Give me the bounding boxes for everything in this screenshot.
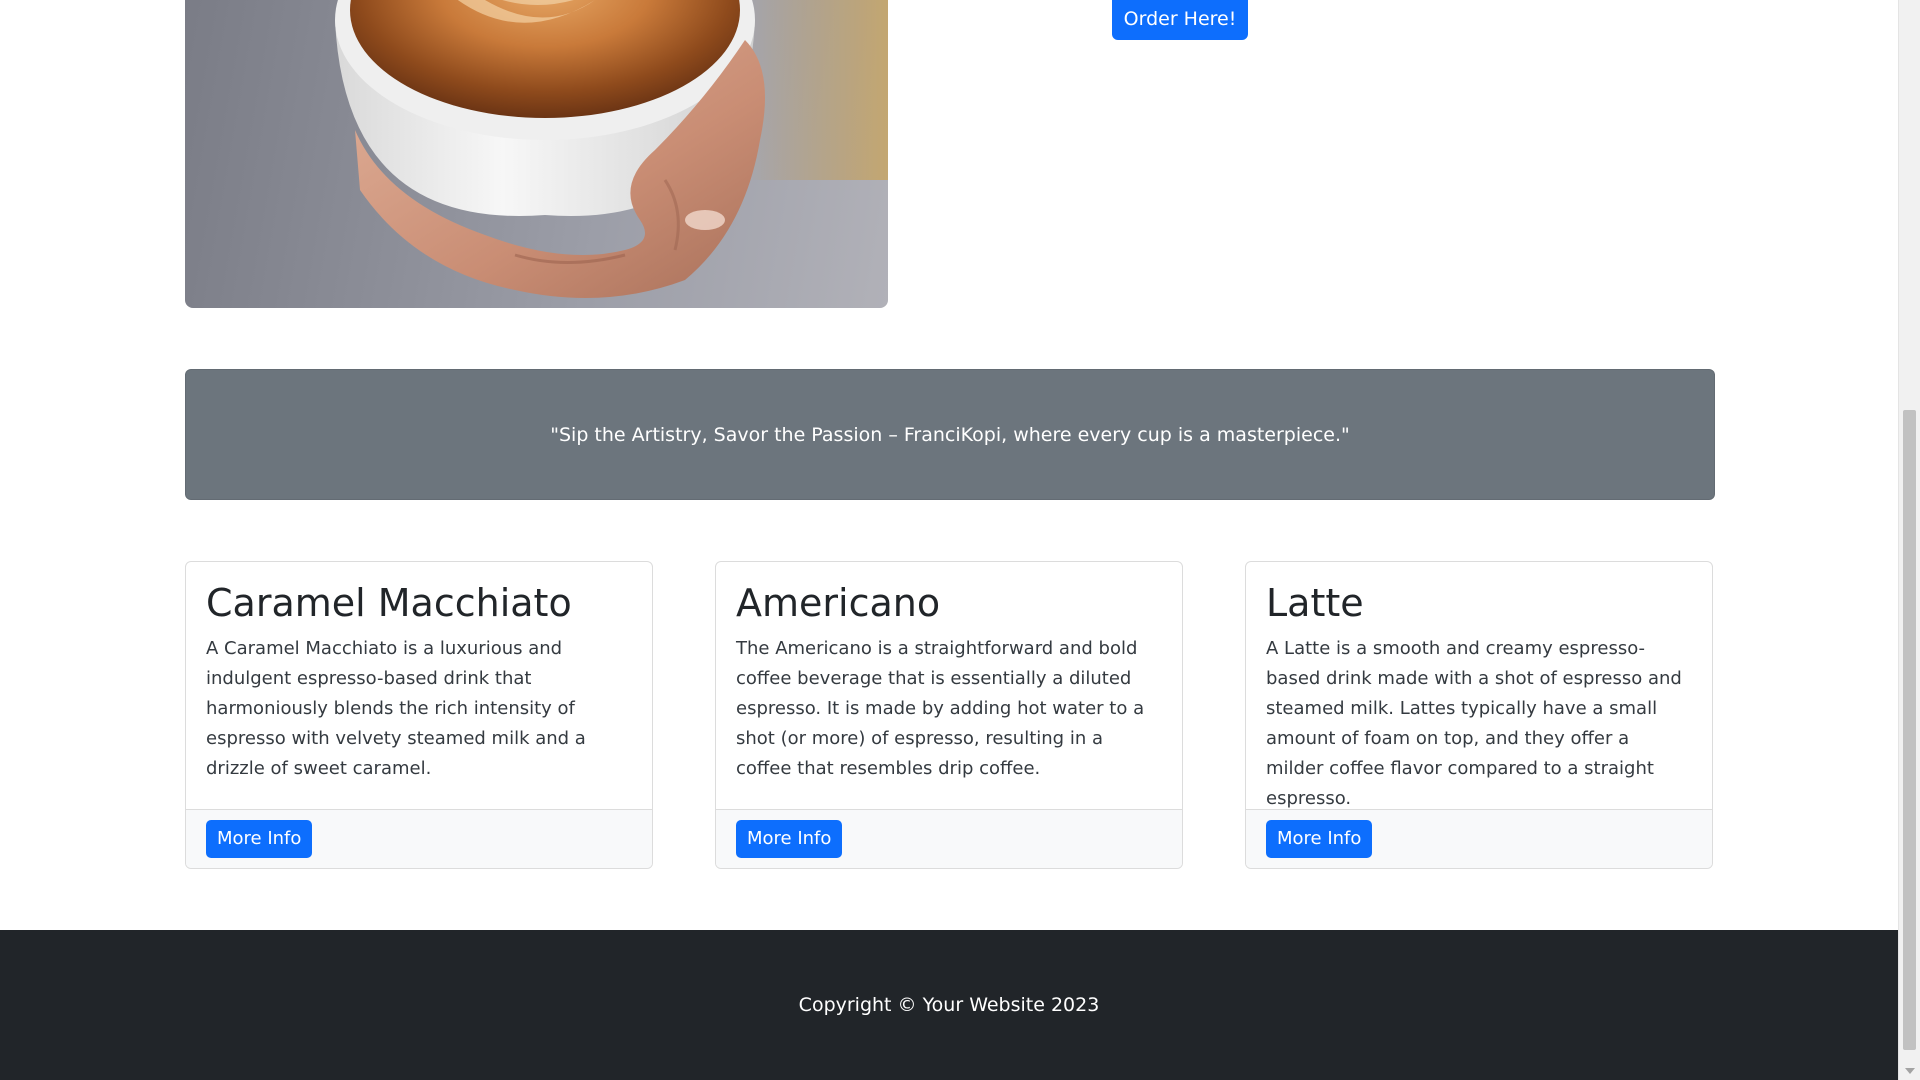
card-body: Americano The Americano is a straightfor… xyxy=(716,562,1182,810)
card-americano: Americano The Americano is a straightfor… xyxy=(715,561,1183,869)
card-title: Americano xyxy=(736,581,941,625)
vertical-scrollbar[interactable] xyxy=(1898,0,1920,1080)
card-footer: More Info xyxy=(1246,809,1712,868)
scrollbar-thumb[interactable] xyxy=(1903,410,1916,1050)
card-caramel-macchiato: Caramel Macchiato A Caramel Macchiato is… xyxy=(185,561,653,869)
copyright-text: Copyright © Your Website 2023 xyxy=(798,994,1100,1016)
page-viewport: Order Here! "Sip the Artistry, Savor the… xyxy=(0,0,1898,1080)
card-description: A Latte is a smooth and creamy espresso-… xyxy=(1266,637,1682,809)
card-latte: Latte A Latte is a smooth and creamy esp… xyxy=(1245,561,1713,869)
card-title: Latte xyxy=(1266,581,1364,625)
slogan-text: "Sip the Artistry, Savor the Passion – F… xyxy=(550,423,1350,446)
card-body: Latte A Latte is a smooth and creamy esp… xyxy=(1246,562,1712,810)
more-info-button-latte[interactable]: More Info xyxy=(1266,820,1373,858)
card-footer: More Info xyxy=(186,809,652,868)
order-here-button[interactable]: Order Here! xyxy=(1112,0,1248,40)
slogan-banner: "Sip the Artistry, Savor the Passion – F… xyxy=(185,369,1715,500)
card-title: Caramel Macchiato xyxy=(206,581,572,625)
site-footer: Copyright © Your Website 2023 xyxy=(0,930,1898,1080)
card-description: The Americano is a straightforward and b… xyxy=(736,637,1145,779)
card-body: Caramel Macchiato A Caramel Macchiato is… xyxy=(186,562,652,810)
card-footer: More Info xyxy=(716,809,1182,868)
more-info-button-americano[interactable]: More Info xyxy=(736,820,843,858)
scroll-down-arrow-icon[interactable] xyxy=(1905,1068,1915,1074)
card-description: A Caramel Macchiato is a luxurious and i… xyxy=(206,637,586,779)
more-info-button-caramel-macchiato[interactable]: More Info xyxy=(206,820,313,858)
latte-art-cup-image xyxy=(185,0,888,308)
